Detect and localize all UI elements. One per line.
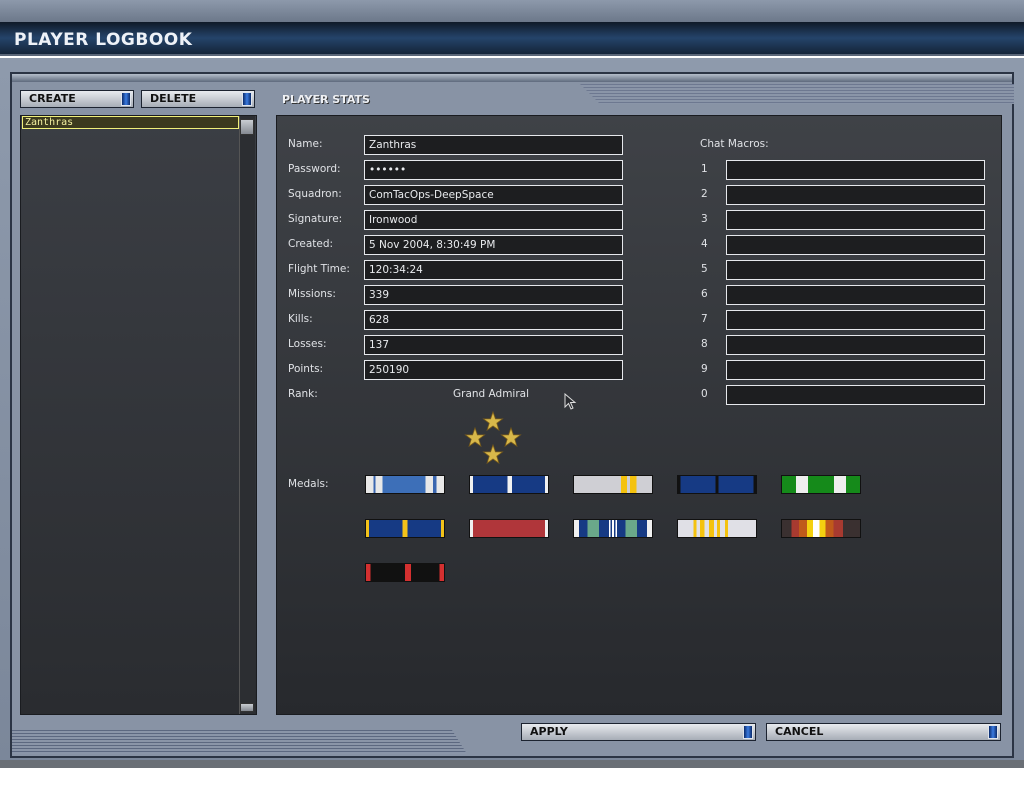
macro-input[interactable] bbox=[726, 285, 985, 305]
medals-label: Medals: bbox=[288, 478, 329, 490]
button-knob-icon bbox=[121, 92, 131, 106]
create-button[interactable]: CREATE bbox=[20, 90, 134, 108]
scrollbar-thumb[interactable] bbox=[240, 119, 254, 135]
macro-number: 6 bbox=[701, 288, 708, 300]
field-label: Squadron: bbox=[288, 188, 342, 200]
macro-number: 0 bbox=[701, 388, 708, 400]
cancel-label: CANCEL bbox=[775, 725, 824, 738]
field-label: Name: bbox=[288, 138, 323, 150]
player-list[interactable] bbox=[20, 115, 257, 715]
field-input[interactable]: Zanthras bbox=[364, 135, 623, 155]
frame-stripe bbox=[12, 74, 1012, 82]
apply-button[interactable]: APPLY bbox=[521, 723, 756, 741]
macro-input[interactable] bbox=[726, 260, 985, 280]
button-knob-icon bbox=[242, 92, 252, 106]
field-input[interactable]: 137 bbox=[364, 335, 623, 355]
field-label: Created: bbox=[288, 238, 334, 250]
window-title: PLAYER LOGBOOK bbox=[14, 30, 193, 50]
field-input[interactable]: ComTacOps-DeepSpace bbox=[364, 185, 623, 205]
rank-label: Rank: bbox=[288, 388, 318, 400]
rank-stars-icon bbox=[465, 411, 521, 464]
medal-ribbon[interactable] bbox=[365, 519, 445, 538]
medal-ribbon[interactable] bbox=[677, 475, 757, 494]
macro-number: 4 bbox=[701, 238, 708, 250]
scrollbar-down-button[interactable] bbox=[240, 703, 254, 712]
macro-input[interactable] bbox=[726, 310, 985, 330]
field-label: Kills: bbox=[288, 313, 313, 325]
stats-panel bbox=[276, 115, 1002, 715]
field-label: Flight Time: bbox=[288, 263, 350, 275]
list-scrollbar[interactable] bbox=[239, 116, 255, 714]
cancel-button[interactable]: CANCEL bbox=[766, 723, 1001, 741]
chat-macros-title: Chat Macros: bbox=[700, 138, 769, 150]
medal-ribbon[interactable] bbox=[365, 563, 445, 582]
field-label: Losses: bbox=[288, 338, 327, 350]
macro-input[interactable] bbox=[726, 360, 985, 380]
macro-number: 1 bbox=[701, 163, 708, 175]
field-input[interactable]: •••••• bbox=[364, 160, 623, 180]
medal-ribbon[interactable] bbox=[781, 475, 861, 494]
field-label: Points: bbox=[288, 363, 324, 375]
player-list-item[interactable]: Zanthras bbox=[22, 116, 239, 129]
macro-input[interactable] bbox=[726, 210, 985, 230]
field-label: Password: bbox=[288, 163, 341, 175]
apply-label: APPLY bbox=[530, 725, 568, 738]
field-input[interactable]: 628 bbox=[364, 310, 623, 330]
macro-input[interactable] bbox=[726, 385, 985, 405]
field-label: Missions: bbox=[288, 288, 336, 300]
macro-input[interactable] bbox=[726, 235, 985, 255]
medal-ribbon[interactable] bbox=[469, 475, 549, 494]
macro-input[interactable] bbox=[726, 185, 985, 205]
field-input[interactable]: Ironwood bbox=[364, 210, 623, 230]
mouse-cursor-icon bbox=[564, 393, 577, 410]
top-bar bbox=[0, 0, 1024, 22]
medal-ribbon[interactable] bbox=[365, 475, 445, 494]
medal-ribbon[interactable] bbox=[469, 519, 549, 538]
field-input[interactable]: 120:34:24 bbox=[364, 260, 623, 280]
macro-number: 7 bbox=[701, 313, 708, 325]
macro-input[interactable] bbox=[726, 160, 985, 180]
medal-ribbon[interactable] bbox=[677, 519, 757, 538]
footer-stripe bbox=[12, 730, 467, 754]
macro-input[interactable] bbox=[726, 335, 985, 355]
medal-ribbon[interactable] bbox=[573, 519, 653, 538]
field-label: Signature: bbox=[288, 213, 343, 225]
field-input[interactable]: 250190 bbox=[364, 360, 623, 380]
button-knob-icon bbox=[743, 725, 753, 739]
medal-ribbon[interactable] bbox=[781, 519, 861, 538]
delete-button[interactable]: DELETE bbox=[141, 90, 255, 108]
stats-header-stripe bbox=[580, 84, 1014, 104]
field-input[interactable]: 5 Nov 2004, 8:30:49 PM bbox=[364, 235, 623, 255]
macro-number: 2 bbox=[701, 188, 708, 200]
field-input[interactable]: 339 bbox=[364, 285, 623, 305]
macro-number: 5 bbox=[701, 263, 708, 275]
macro-number: 3 bbox=[701, 213, 708, 225]
medal-ribbon[interactable] bbox=[573, 475, 653, 494]
create-label: CREATE bbox=[29, 92, 76, 105]
rank-value: Grand Admiral bbox=[453, 388, 530, 400]
delete-label: DELETE bbox=[150, 92, 197, 105]
button-knob-icon bbox=[988, 725, 998, 739]
macro-number: 9 bbox=[701, 363, 708, 375]
stats-title: PLAYER STATS bbox=[282, 93, 370, 106]
macro-number: 8 bbox=[701, 338, 708, 350]
